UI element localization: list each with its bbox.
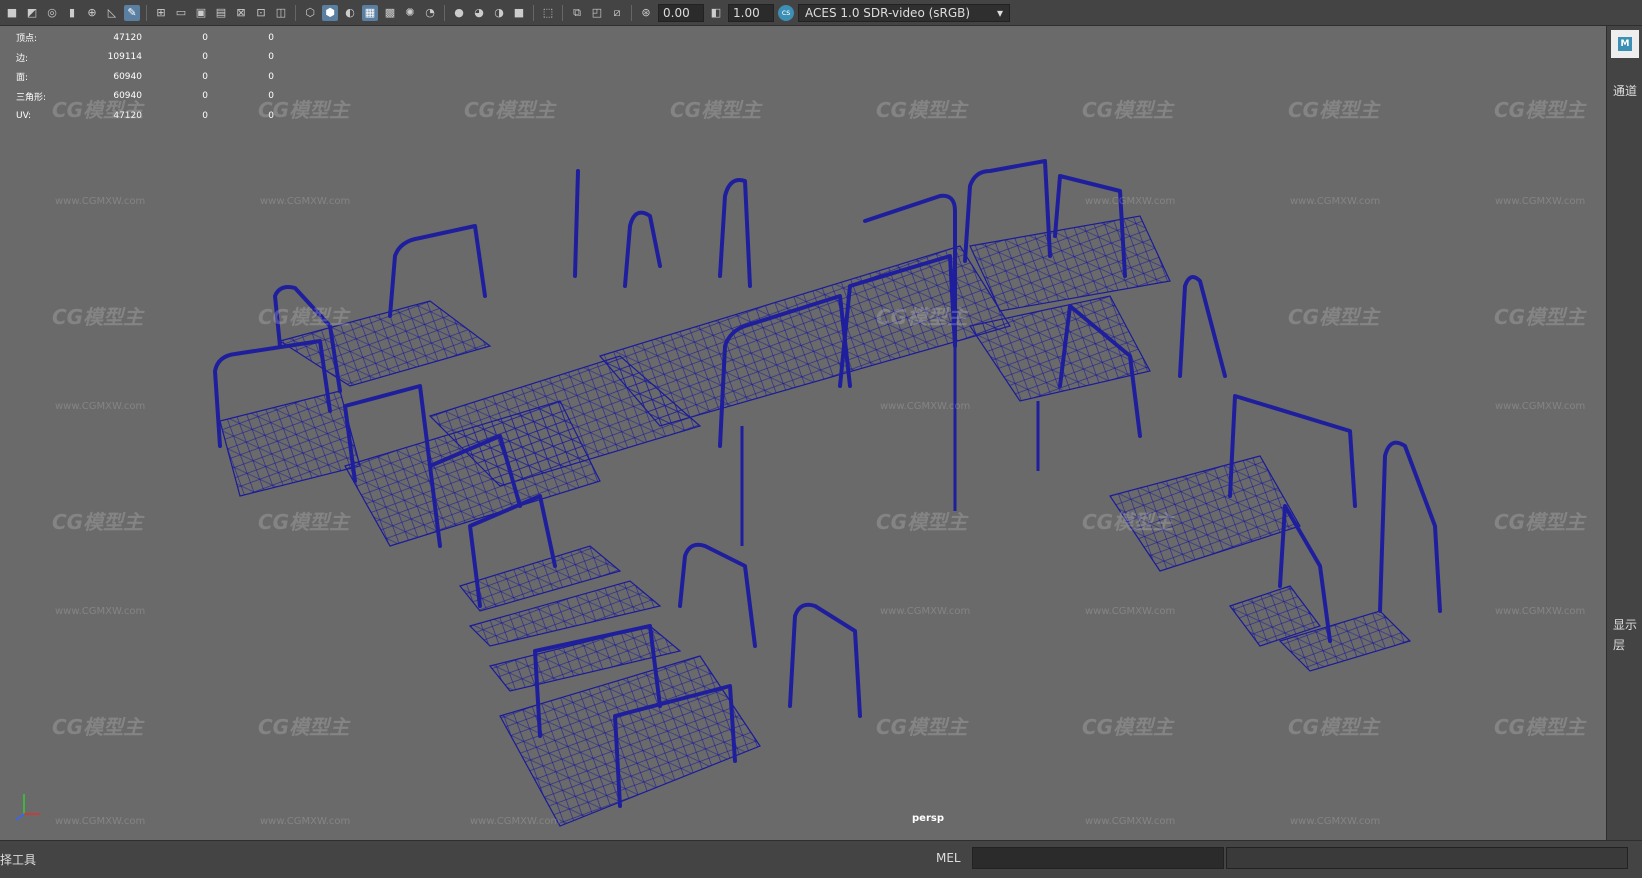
toolbar-divider bbox=[631, 4, 632, 21]
lights-icon[interactable]: ✺ bbox=[402, 5, 418, 21]
watermark: CG模型主 bbox=[1494, 98, 1586, 122]
color-management-icon[interactable]: cs bbox=[778, 4, 794, 21]
gate-mask-icon[interactable]: ▤ bbox=[213, 5, 229, 21]
maya-logo-icon: M bbox=[1611, 30, 1639, 58]
watermark: CG模型主 bbox=[1494, 510, 1586, 534]
grease-pencil-icon[interactable]: ✎ bbox=[124, 4, 140, 21]
watermark: CG模型主 bbox=[258, 510, 350, 534]
camera-tools-icon[interactable]: ◎ bbox=[44, 5, 60, 21]
channel-box-label[interactable]: 通道 bbox=[1613, 82, 1637, 99]
watermark: CG模型主 bbox=[1082, 715, 1174, 739]
color-space-value: ACES 1.0 SDR-video (sRGB) bbox=[805, 5, 971, 20]
watermark-url: www.CGMXW.com bbox=[55, 196, 146, 207]
film-gate-icon[interactable]: ▭ bbox=[173, 5, 189, 21]
platform-surfaces bbox=[219, 215, 1412, 827]
watermark: CG模型主 bbox=[1288, 305, 1380, 329]
safe-title-icon[interactable]: ◫ bbox=[273, 5, 289, 21]
watermark-url: www.CGMXW.com bbox=[1495, 401, 1586, 412]
watermark-url: www.CGMXW.com bbox=[260, 816, 351, 827]
watermark-url: www.CGMXW.com bbox=[1085, 196, 1176, 207]
ambient-occlusion-icon[interactable]: ● bbox=[451, 5, 467, 21]
xray-joints-icon[interactable]: ◰ bbox=[589, 5, 605, 21]
shadows-icon[interactable]: ◔ bbox=[422, 5, 438, 21]
mel-input[interactable] bbox=[972, 847, 1224, 869]
isolate-select-icon[interactable]: ⬚ bbox=[540, 5, 556, 21]
watermark-url: www.CGMXW.com bbox=[470, 816, 561, 827]
field-chart-icon[interactable]: ⊠ bbox=[233, 5, 249, 21]
depth-of-field-icon[interactable]: ■ bbox=[511, 5, 527, 21]
status-text: 择工具 bbox=[0, 853, 37, 867]
watermark-url: www.CGMXW.com bbox=[1085, 816, 1176, 827]
exposure-field[interactable]: 0.00 bbox=[658, 3, 704, 22]
watermark: CG模型主 bbox=[1494, 305, 1586, 329]
3d-viewport[interactable]: 顶点: 47120 0 0 边: 109114 0 0 面: 60940 0 0… bbox=[0, 26, 1606, 840]
resolution-gate-icon[interactable]: ▣ bbox=[193, 5, 209, 21]
wireframe-icon[interactable]: ⬡ bbox=[302, 5, 318, 21]
2d-pan-zoom-icon[interactable]: ◺ bbox=[104, 5, 120, 21]
watermark-url: www.CGMXW.com bbox=[260, 196, 351, 207]
layer-tab[interactable]: 层 bbox=[1613, 636, 1625, 653]
backface-icon[interactable]: ⧄ bbox=[609, 5, 625, 21]
smooth-shade-icon[interactable]: ⬢ bbox=[322, 4, 338, 21]
watermark: CG模型主 bbox=[876, 510, 968, 534]
wireframe-on-shaded-icon[interactable]: ▦ bbox=[362, 4, 378, 21]
watermark-url: www.CGMXW.com bbox=[1085, 606, 1176, 617]
watermark-url: www.CGMXW.com bbox=[1495, 606, 1586, 617]
toolbar-divider bbox=[146, 4, 147, 21]
watermark: CG模型主 bbox=[1288, 98, 1380, 122]
watermark-url: www.CGMXW.com bbox=[1290, 196, 1381, 207]
image-plane-icon[interactable]: ⊕ bbox=[84, 5, 100, 21]
watermark: CG模型主 bbox=[1494, 715, 1586, 739]
watermark: CG模型主 bbox=[1082, 510, 1174, 534]
watermark: CG模型主 bbox=[52, 305, 144, 329]
gamma-icon[interactable]: ◧ bbox=[708, 5, 724, 21]
toolbar-divider bbox=[295, 4, 296, 21]
camera-label: persp bbox=[912, 813, 944, 824]
watermark-url: www.CGMXW.com bbox=[55, 606, 146, 617]
watermark: CG模型主 bbox=[52, 510, 144, 534]
camera-attributes-icon[interactable]: ◩ bbox=[24, 5, 40, 21]
xray-icon[interactable]: ⧉ bbox=[569, 5, 585, 21]
toolbar-divider bbox=[562, 4, 563, 21]
watermark: CG模型主 bbox=[258, 98, 350, 122]
color-space-select[interactable]: ACES 1.0 SDR-video (sRGB) ▾ bbox=[798, 3, 1010, 22]
exposure-icon[interactable]: ⊛ bbox=[638, 5, 654, 21]
watermark-url: www.CGMXW.com bbox=[880, 401, 971, 412]
textured-icon[interactable]: ▩ bbox=[382, 5, 398, 21]
watermark: CG模型主 bbox=[1288, 715, 1380, 739]
camera-icon[interactable]: ■ bbox=[4, 5, 20, 21]
watermark-url: www.CGMXW.com bbox=[55, 401, 146, 412]
watermark: CG模型主 bbox=[670, 98, 762, 122]
watermark: CG模型主 bbox=[1082, 98, 1174, 122]
command-line-bar: 择工具 MEL bbox=[0, 840, 1642, 878]
chevron-down-icon: ▾ bbox=[996, 5, 1003, 20]
watermark: CG模型主 bbox=[876, 715, 968, 739]
toolbar-divider bbox=[533, 4, 534, 21]
anti-alias-icon[interactable]: ◑ bbox=[491, 5, 507, 21]
watermark: CG模型主 bbox=[876, 305, 968, 329]
motion-blur-icon[interactable]: ◕ bbox=[471, 5, 487, 21]
display-tab[interactable]: 显示 bbox=[1613, 616, 1637, 633]
watermark-url: www.CGMXW.com bbox=[1495, 196, 1586, 207]
mel-label[interactable]: MEL bbox=[936, 851, 961, 865]
watermark: CG模型主 bbox=[258, 305, 350, 329]
safe-action-icon[interactable]: ⊡ bbox=[253, 5, 269, 21]
watermark: CG模型主 bbox=[258, 715, 350, 739]
watermark: CG模型主 bbox=[52, 98, 144, 122]
axis-gizmo-icon bbox=[15, 794, 40, 821]
watermark: CG模型主 bbox=[52, 715, 144, 739]
watermark: CG模型主 bbox=[876, 98, 968, 122]
watermark-url: www.CGMXW.com bbox=[55, 816, 146, 827]
channel-box-panel: M 通道 显示 层 bbox=[1606, 26, 1642, 840]
toolbar-divider bbox=[444, 4, 445, 21]
viewport-toolbar: ■ ◩ ◎ ▮ ⊕ ◺ ✎ ⊞ ▭ ▣ ▤ ⊠ ⊡ ◫ ⬡ ⬢ ◐ ▦ ▩ ✺ … bbox=[0, 0, 1642, 26]
bookmark-icon[interactable]: ▮ bbox=[64, 5, 80, 21]
gamma-field[interactable]: 1.00 bbox=[728, 3, 774, 22]
default-material-icon[interactable]: ◐ bbox=[342, 5, 358, 21]
watermark-url: www.CGMXW.com bbox=[1290, 816, 1381, 827]
grid-icon[interactable]: ⊞ bbox=[153, 5, 169, 21]
watermark-url: www.CGMXW.com bbox=[880, 606, 971, 617]
watermark: CG模型主 bbox=[464, 98, 556, 122]
mel-output bbox=[1226, 847, 1628, 869]
